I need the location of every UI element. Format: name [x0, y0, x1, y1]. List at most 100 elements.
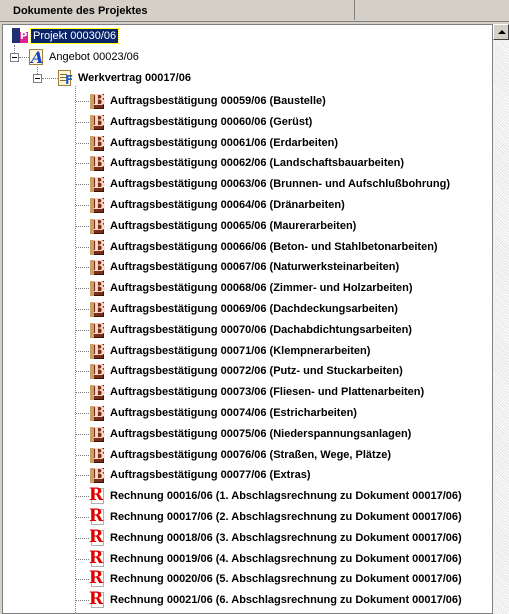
tree-item-label: Rechnung 00020/06 (5. Abschlagsrechnung …	[110, 573, 462, 585]
tree-connector	[76, 163, 89, 164]
scroll-up-button[interactable]	[493, 24, 509, 40]
tree-connector	[76, 579, 89, 580]
tree-connector	[76, 413, 89, 414]
invoice-icon: R	[89, 589, 104, 609]
tree-connector	[76, 600, 89, 601]
collapse-toggle[interactable]	[33, 74, 42, 83]
order-confirmation-icon: B	[89, 342, 107, 360]
tree-connector	[76, 475, 89, 476]
project-documents-panel: Dokumente des Projektes P Projekt 00030/…	[0, 0, 509, 614]
tree-item-document[interactable]: B Auftragsbestätigung 00070/06 (Dachabdic…	[89, 320, 492, 340]
order-confirmation-icon: B	[89, 154, 107, 172]
order-confirmation-icon: B	[89, 279, 107, 297]
tree-connector	[76, 184, 89, 185]
order-confirmation-icon: B	[89, 134, 107, 152]
tree-item-document[interactable]: B Auftragsbestätigung 00063/06 (Brunnen- …	[89, 174, 492, 194]
invoice-icon: R	[89, 568, 104, 588]
tree-item-label: Auftragsbestätigung 00063/06 (Brunnen- u…	[110, 178, 450, 190]
header-column-separator[interactable]	[354, 0, 355, 20]
tree-connector	[76, 455, 89, 456]
tree-item-label: Auftragsbestätigung 00074/06 (Estricharb…	[110, 407, 357, 419]
tree-item-label: Rechnung 00016/06 (1. Abschlagsrechnung …	[110, 490, 462, 502]
order-confirmation-icon: B	[89, 362, 107, 380]
tree-item-label: Auftragsbestätigung 00067/06 (Naturwerks…	[110, 261, 400, 273]
tree-item-document[interactable]: B Auftragsbestätigung 00069/06 (Dachdecku…	[89, 299, 492, 319]
tree-item-document[interactable]: R Rechnung 00017/06 (2. Abschlagsrechnung…	[89, 506, 492, 527]
tree-connector	[76, 247, 89, 248]
vertical-scrollbar[interactable]	[493, 24, 509, 614]
tree-item-label: Auftragsbestätigung 00077/06 (Extras)	[110, 469, 311, 481]
tree-item-label: Auftragsbestätigung 00068/06 (Zimmer- un…	[110, 282, 413, 294]
tree-item-label: Auftragsbestätigung 00066/06 (Beton- und…	[110, 241, 438, 253]
tree-item-label: Auftragsbestätigung 00070/06 (Dachabdich…	[110, 324, 412, 336]
project-icon: P	[11, 27, 29, 45]
order-confirmation-icon: B	[89, 404, 107, 422]
collapse-toggle[interactable]	[10, 53, 19, 62]
tree-connector	[76, 101, 89, 102]
order-confirmation-icon: B	[89, 92, 107, 110]
tree-item-document[interactable]: B Auftragsbestätigung 00062/06 (Landschaf…	[89, 153, 492, 173]
tree-connector	[76, 371, 89, 372]
tree-item-document[interactable]: B Auftragsbestätigung 00065/06 (Maurerarb…	[89, 216, 492, 236]
contract-document-icon: F	[57, 69, 75, 87]
order-confirmation-icon: B	[89, 258, 107, 276]
tree-item-document[interactable]: B Auftragsbestätigung 00074/06 (Estrichar…	[89, 403, 492, 423]
tree-item-document[interactable]: B Auftragsbestätigung 00067/06 (Naturwerk…	[89, 257, 492, 277]
order-confirmation-icon: B	[89, 217, 107, 235]
tree-connector	[76, 392, 89, 393]
tree-item-document[interactable]: B Auftragsbestätigung 00061/06 (Erdarbeit…	[89, 133, 492, 153]
tree-item-project[interactable]: P Projekt 00030/06	[11, 26, 211, 46]
tree-connector	[76, 122, 89, 123]
tree-item-contract[interactable]: F Werkvertrag 00017/06	[57, 68, 277, 88]
tree-item-label: Auftragsbestätigung 00072/06 (Putz- und …	[110, 365, 403, 377]
invoice-icon: R	[89, 506, 104, 526]
tree-item-document[interactable]: B Auftragsbestätigung 00064/06 (Dränarbei…	[89, 195, 492, 215]
tree-connector	[75, 86, 76, 613]
tree-item-document[interactable]: R Rechnung 00016/06 (1. Abschlagsrechnung…	[89, 486, 492, 506]
tree-item-label: Rechnung 00021/06 (6. Abschlagsrechnung …	[110, 594, 462, 606]
tree-item-document[interactable]: B Auftragsbestätigung 00076/06 (Straßen, …	[89, 445, 492, 465]
tree-item-label: Auftragsbestätigung 00062/06 (Landschaft…	[110, 157, 405, 169]
invoice-icon: R	[89, 548, 104, 568]
tree-item-document[interactable]: B Auftragsbestätigung 00068/06 (Zimmer- u…	[89, 278, 492, 298]
tree-item-document[interactable]: R Rechnung 00019/06 (4. Abschlagsrechnung…	[89, 548, 492, 569]
panel-header-title: Dokumente des Projektes	[13, 5, 148, 17]
tree-connector	[76, 226, 89, 227]
tree-item-label: Auftragsbestätigung 00073/06 (Fliesen- u…	[110, 386, 425, 398]
order-confirmation-icon: B	[89, 446, 107, 464]
tree-connector	[76, 143, 89, 144]
tree-item-document[interactable]: R Rechnung 00021/06 (6. Abschlagsrechnung…	[89, 589, 492, 610]
order-confirmation-icon: B	[89, 238, 107, 256]
tree-item-label: Auftragsbestätigung 00076/06 (Straßen, W…	[110, 449, 391, 461]
document-tree[interactable]: P Projekt 00030/06 A Angebot 00023/06 F …	[2, 24, 493, 614]
tree-item-document[interactable]: B Auftragsbestätigung 00072/06 (Putz- und…	[89, 361, 492, 381]
order-confirmation-icon: B	[89, 300, 107, 318]
tree-item-document[interactable]: B Auftragsbestätigung 00075/06 (Niederspa…	[89, 424, 492, 444]
tree-item-document[interactable]: B Auftragsbestätigung 00073/06 (Fliesen- …	[89, 382, 492, 402]
tree-item-offer[interactable]: A Angebot 00023/06	[28, 47, 228, 67]
invoice-icon: R	[89, 527, 104, 547]
tree-item-label: Auftragsbestätigung 00069/06 (Dachdeckun…	[110, 303, 398, 315]
tree-item-document[interactable]: B Auftragsbestätigung 00071/06 (Klempnera…	[89, 341, 492, 361]
tree-item-label: Projekt 00030/06	[29, 28, 120, 44]
tree-connector	[76, 559, 89, 560]
tree-item-label: Rechnung 00019/06 (4. Abschlagsrechnung …	[110, 553, 462, 565]
tree-connector	[76, 351, 89, 352]
order-confirmation-icon: B	[89, 466, 107, 484]
tree-item-document[interactable]: B Auftragsbestätigung 00060/06 (Gerüst)	[89, 112, 492, 132]
tree-item-label: Rechnung 00018/06 (3. Abschlagsrechnung …	[110, 532, 462, 544]
panel-header: Dokumente des Projektes	[0, 0, 509, 22]
tree-connector	[76, 205, 89, 206]
order-confirmation-icon: B	[89, 383, 107, 401]
tree-item-document[interactable]: B Auftragsbestätigung 00077/06 (Extras)	[89, 465, 492, 485]
tree-item-label: Auftragsbestätigung 00061/06 (Erdarbeite…	[110, 137, 339, 149]
tree-connector	[76, 330, 89, 331]
tree-item-document[interactable]: R Rechnung 00018/06 (3. Abschlagsrechnung…	[89, 527, 492, 548]
tree-item-document[interactable]: R Rechnung 00020/06 (5. Abschlagsrechnung…	[89, 568, 492, 589]
tree-item-label: Auftragsbestätigung 00071/06 (Klempnerar…	[110, 345, 371, 357]
tree-item-document[interactable]: B Auftragsbestätigung 00059/06 (Baustelle…	[89, 91, 492, 111]
tree-item-label: Auftragsbestätigung 00060/06 (Gerüst)	[110, 116, 313, 128]
order-confirmation-icon: B	[89, 113, 107, 131]
tree-connector	[42, 78, 58, 79]
tree-item-document[interactable]: B Auftragsbestätigung 00066/06 (Beton- un…	[89, 237, 492, 257]
